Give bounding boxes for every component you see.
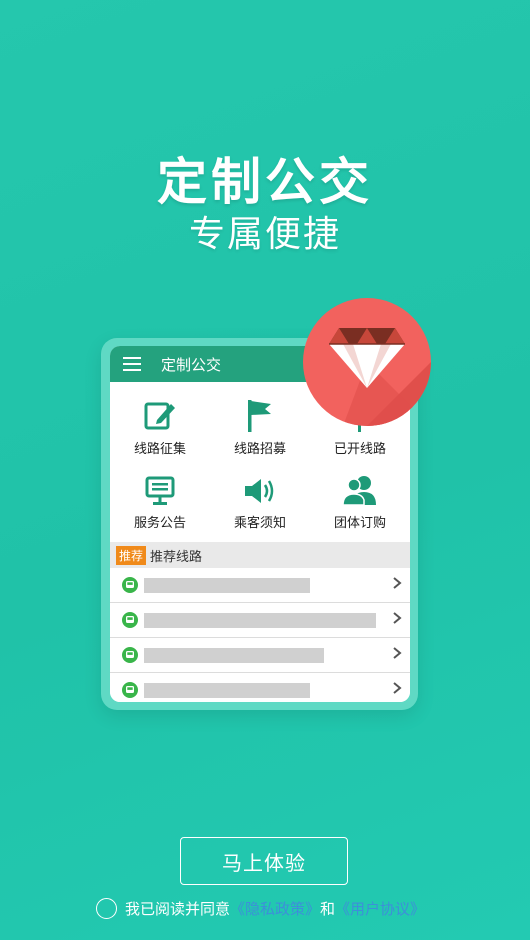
user-agreement-link[interactable]: 《用户协议》 [335,898,425,919]
chevron-right-icon [393,647,402,659]
chevron-right-icon [393,682,402,694]
speaker-icon [210,468,310,506]
bus-icon [122,682,138,698]
diamond-icon [329,328,431,426]
notice-board-icon [110,468,210,506]
menu-icon [123,357,141,371]
feature-label: 线路征集 [133,441,186,456]
recommend-tag: 推荐 [116,545,147,565]
agreement-row: 我已阅读并同意 《隐私政策》 和 《用户协议》 [96,897,425,919]
route-item [110,673,410,702]
hero-subtitle: 专属便捷 [188,214,341,255]
feature-service-notice: 服务公告 [110,468,210,531]
feature-label: 团体订购 [333,515,386,530]
mockup-app-title: 定制公交 [161,356,222,374]
chevron-right-icon [393,612,402,624]
hero-title: 定制公交 [157,153,373,211]
feature-label: 服务公告 [133,515,186,530]
feature-group-order: 团体订购 [310,468,410,531]
feature-label: 乘客须知 [233,515,286,530]
route-placeholder [144,647,324,663]
try-now-button[interactable]: 马上体验 [180,837,348,885]
privacy-policy-link[interactable]: 《隐私政策》 [230,898,320,919]
feature-route-recruit: 线路招募 [210,394,310,457]
agreement-text: 我已阅读并同意 [125,900,231,918]
feature-label: 已开线路 [333,441,386,456]
bus-icon [122,647,138,663]
bus-icon [122,577,138,593]
route-item [110,568,410,603]
edit-icon [110,394,210,432]
feature-route-collect: 线路征集 [110,394,210,457]
agreement-and: 和 [320,900,336,918]
flag-icon [210,394,310,432]
route-placeholder [144,577,310,593]
recommend-header: 推荐 推荐线路 [110,542,410,568]
feature-label: 线路招募 [233,441,286,456]
recommend-title: 推荐线路 [150,548,203,564]
agree-radio[interactable] [96,897,117,919]
bus-icon [122,612,138,628]
group-icon [310,468,410,506]
feature-passenger-notice: 乘客须知 [210,468,310,531]
route-placeholder [144,682,310,698]
diamond-badge [303,298,431,426]
route-item [110,638,410,673]
chevron-right-icon [393,577,402,589]
route-item [110,603,410,638]
route-placeholder [144,612,376,628]
